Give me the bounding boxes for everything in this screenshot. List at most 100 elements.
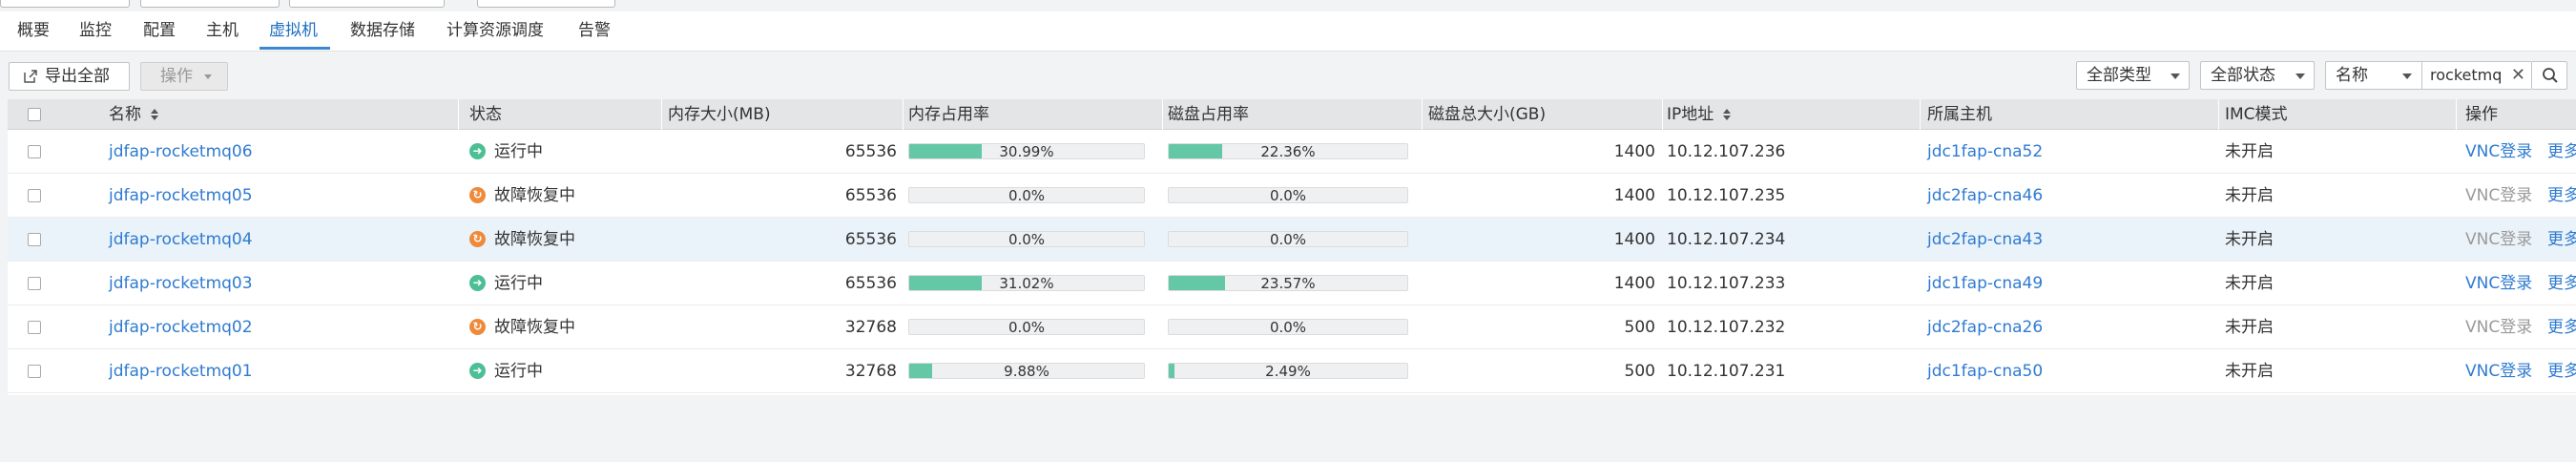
more-actions-link[interactable]: 更多 [2547, 218, 2576, 262]
column-header-disk-usage: 磁盘占用率 [1168, 105, 1249, 124]
vm-status: 故障恢复中 [494, 318, 575, 337]
active-tab-underline [260, 47, 330, 50]
vm-disk-total: 500 [1624, 318, 1655, 337]
vm-disk-total: 1400 [1613, 142, 1655, 161]
tab-vms[interactable]: 虚拟机 [269, 19, 318, 42]
table-row[interactable]: jdfap-rocketmq01 ➜ 运行中 32768 9.88% 2.49% 500 10… [8, 349, 2576, 393]
recovering-icon: ↻ [469, 319, 486, 335]
disk-usage-label: 0.0% [1269, 231, 1307, 247]
memory-usage-bar: 0.0% [908, 187, 1145, 203]
vm-status: 故障恢复中 [494, 186, 575, 205]
chevron-down-icon [2402, 74, 2412, 79]
tab-datastore[interactable]: 数据存储 [350, 19, 415, 42]
vm-disk-total: 500 [1624, 362, 1655, 381]
vm-name-link[interactable]: jdfap-rocketmq06 [109, 130, 253, 174]
vnc-login-link[interactable]: VNC登录 [2465, 130, 2532, 174]
vm-memory-size: 32768 [844, 318, 897, 337]
top-button[interactable] [477, 0, 615, 8]
vnc-login-link[interactable]: VNC登录 [2465, 262, 2532, 305]
vm-name-link[interactable]: jdfap-rocketmq03 [109, 262, 253, 305]
more-actions-link[interactable]: 更多 [2547, 130, 2576, 174]
vnc-login-link[interactable]: VNC登录 [2465, 174, 2532, 218]
vm-ip-address: 10.12.107.233 [1667, 274, 1786, 293]
table-row[interactable]: jdfap-rocketmq04 ↻ 故障恢复中 65536 0.0% 0.0% 1400 1… [8, 218, 2576, 262]
more-actions-link[interactable]: 更多 [2547, 349, 2576, 393]
table-header: 名称 状态 内存大小(MB) 内存占用率 磁盘占用率 磁盘总大小(GB) IP地… [8, 99, 2576, 130]
export-all-button[interactable]: 导出全部 [9, 62, 130, 91]
vnc-login-link[interactable]: VNC登录 [2465, 218, 2532, 262]
top-button[interactable] [140, 0, 280, 8]
top-button[interactable] [289, 0, 445, 8]
search-field-select[interactable]: 名称 [2325, 61, 2421, 90]
vm-name-link[interactable]: jdfap-rocketmq02 [109, 305, 253, 349]
column-header-name[interactable]: 名称 [109, 99, 158, 130]
vnc-login-link[interactable]: VNC登录 [2465, 349, 2532, 393]
row-checkbox[interactable] [28, 189, 41, 202]
disk-usage-bar: 0.0% [1168, 319, 1408, 335]
vm-host-link[interactable]: jdc2fap-cna46 [1927, 174, 2043, 218]
column-header-ip[interactable]: IP地址 [1667, 99, 1732, 130]
vm-name-link[interactable]: jdfap-rocketmq01 [109, 349, 253, 393]
search-input-value: rocketmq [2430, 66, 2503, 84]
table-row[interactable]: jdfap-rocketmq06 ➜ 运行中 65536 30.99% 22.36% 140… [8, 130, 2576, 174]
disk-usage-bar: 2.49% [1168, 363, 1408, 379]
row-checkbox[interactable] [28, 277, 41, 290]
memory-usage-bar: 30.99% [908, 143, 1145, 159]
row-checkbox[interactable] [28, 365, 41, 378]
more-actions-link[interactable]: 更多 [2547, 174, 2576, 218]
type-filter-select[interactable]: 全部类型 [2076, 61, 2190, 90]
disk-usage-label: 0.0% [1269, 187, 1307, 203]
more-actions-link[interactable]: 更多 [2547, 305, 2576, 349]
sort-icon[interactable] [1723, 109, 1732, 120]
vnc-login-link[interactable]: VNC登录 [2465, 305, 2532, 349]
tab-hosts[interactable]: 主机 [206, 19, 239, 42]
search-icon [2543, 68, 2558, 83]
row-checkbox[interactable] [28, 321, 41, 334]
column-divider [1422, 99, 1423, 130]
status-filter-select[interactable]: 全部状态 [2200, 61, 2315, 90]
vm-ip-address: 10.12.107.231 [1667, 362, 1786, 381]
table-row[interactable]: jdfap-rocketmq03 ➜ 运行中 65536 31.02% 23.57% 140… [8, 262, 2576, 305]
vm-imc-mode: 未开启 [2225, 186, 2274, 205]
disk-usage-bar: 23.57% [1168, 275, 1408, 291]
sort-icon[interactable] [151, 109, 158, 120]
vm-host-link[interactable]: jdc1fap-cna49 [1927, 262, 2043, 305]
tab-alarms[interactable]: 告警 [578, 19, 611, 42]
top-action-buttons [0, 0, 2576, 10]
recovering-icon: ↻ [469, 231, 486, 247]
table-row[interactable]: jdfap-rocketmq05 ↻ 故障恢复中 65536 0.0% 0.0% 1400 1… [8, 174, 2576, 218]
search-input[interactable]: rocketmq ✕ [2421, 61, 2531, 90]
vm-name-link[interactable]: jdfap-rocketmq05 [109, 174, 253, 218]
tab-overview[interactable]: 概要 [17, 19, 50, 42]
row-checkbox[interactable] [28, 233, 41, 246]
top-button[interactable] [0, 0, 130, 8]
tab-config[interactable]: 配置 [143, 19, 176, 42]
vm-host-link[interactable]: jdc2fap-cna26 [1927, 305, 2043, 349]
vm-host-link[interactable]: jdc2fap-cna43 [1927, 218, 2043, 262]
select-all-checkbox[interactable] [28, 108, 41, 121]
vm-memory-size: 32768 [844, 362, 897, 381]
more-actions-link[interactable]: 更多 [2547, 262, 2576, 305]
row-checkbox[interactable] [28, 145, 41, 158]
actions-button[interactable]: 操作 [140, 62, 228, 91]
vm-imc-mode: 未开启 [2225, 318, 2274, 337]
disk-usage-bar: 0.0% [1168, 231, 1408, 247]
export-icon [24, 70, 37, 83]
column-divider [1662, 99, 1663, 130]
column-header-ops: 操作 [2465, 105, 2498, 124]
vm-name-link[interactable]: jdfap-rocketmq04 [109, 218, 253, 262]
vm-status: 运行中 [494, 274, 543, 293]
tab-compute-scheduling[interactable]: 计算资源调度 [447, 19, 544, 42]
tab-monitor[interactable]: 监控 [79, 19, 112, 42]
vm-ip-address: 10.12.107.232 [1667, 318, 1786, 337]
vm-host-link[interactable]: jdc1fap-cna50 [1927, 349, 2043, 393]
vm-memory-size: 65536 [844, 142, 897, 161]
actions-label: 操作 [160, 67, 193, 86]
column-header-host: 所属主机 [1927, 105, 1992, 124]
disk-usage-label: 2.49% [1265, 363, 1311, 379]
memory-usage-bar: 9.88% [908, 363, 1145, 379]
search-button[interactable] [2531, 61, 2567, 90]
table-row[interactable]: jdfap-rocketmq02 ↻ 故障恢复中 32768 0.0% 0.0% 500 10… [8, 305, 2576, 349]
vm-host-link[interactable]: jdc1fap-cna52 [1927, 130, 2043, 174]
clear-icon[interactable]: ✕ [2511, 62, 2525, 89]
